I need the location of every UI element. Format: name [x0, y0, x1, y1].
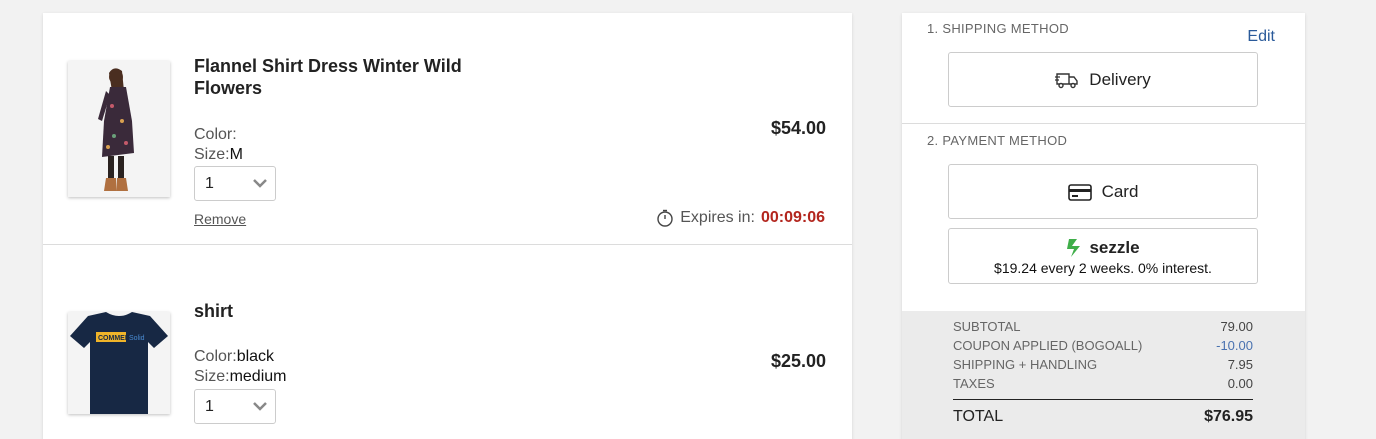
taxes-label: TAXES	[953, 376, 995, 391]
product-color: Color:black	[194, 346, 274, 367]
cart-item: Flannel Shirt Dress Winter Wild Flowers …	[43, 13, 852, 245]
taxes-value: 0.00	[1227, 376, 1253, 391]
edit-link[interactable]: Edit	[1247, 28, 1275, 46]
coupon-label: COUPON APPLIED (BOGOALL)	[953, 338, 1143, 353]
coupon-value: -10.00	[1216, 338, 1253, 353]
divider	[902, 123, 1305, 124]
sezzle-icon	[1067, 239, 1081, 257]
total-value: $76.95	[1204, 408, 1253, 425]
card-button[interactable]: Card	[948, 164, 1258, 219]
color-label: Color:	[194, 126, 237, 143]
quantity-select[interactable]: 1	[194, 166, 276, 201]
payment-method-title: 2. PAYMENT METHOD	[927, 133, 1068, 148]
sezzle-brand: sezzle	[1089, 238, 1140, 257]
size-value: M	[229, 146, 243, 163]
total-label: TOTAL	[953, 408, 1004, 425]
quantity-value: 1	[205, 398, 214, 415]
total-divider	[953, 399, 1253, 400]
color-label: Color:	[194, 348, 237, 365]
product-image[interactable]	[68, 61, 170, 197]
credit-card-icon	[1067, 183, 1092, 201]
shipping-value: 7.95	[1227, 357, 1253, 372]
quantity-value: 1	[205, 175, 214, 192]
product-size: Size:medium	[194, 366, 286, 387]
expires-label: Expires in:	[680, 209, 755, 226]
delivery-label: Delivery	[1089, 69, 1151, 89]
checkout-panel: 1. SHIPPING METHOD Edit Delivery 2. PAYM…	[902, 13, 1305, 439]
order-summary: SUBTOTAL 79.00 COUPON APPLIED (BOGOALL) -1…	[902, 311, 1305, 439]
coupon-row: COUPON APPLIED (BOGOALL) -10.00	[953, 338, 1253, 353]
truck-icon	[1055, 72, 1078, 88]
card-label: Card	[1101, 181, 1139, 201]
size-label: Size:	[194, 146, 230, 163]
total-row: TOTAL $76.95	[953, 408, 1253, 426]
stopwatch-icon	[657, 209, 673, 227]
quantity-select[interactable]: 1	[194, 389, 276, 424]
color-value: black	[236, 348, 275, 365]
product-size: Size:M	[194, 144, 243, 165]
subtotal-row: SUBTOTAL 79.00	[953, 319, 1253, 334]
sezzle-terms: $19.24 every 2 weeks. 0% interest.	[994, 260, 1212, 276]
shipping-method-title: 1. SHIPPING METHOD	[927, 21, 1069, 36]
subtotal-value: 79.00	[1220, 319, 1253, 334]
shirt-print-2: Solid	[129, 335, 145, 342]
cart-item: COMMERCE Solid shirt Color:black Size:me…	[43, 246, 852, 439]
cart-panel: Flannel Shirt Dress Winter Wild Flowers …	[43, 13, 852, 439]
product-price: $54.00	[770, 118, 826, 138]
delivery-button[interactable]: Delivery	[948, 52, 1258, 107]
sezzle-logo: sezzle	[949, 237, 1257, 259]
size-label: Size:	[194, 368, 230, 385]
chevron-down-icon	[253, 402, 267, 411]
shipping-label: SHIPPING + HANDLING	[953, 357, 1098, 372]
reservation-timer: Expires in: 00:09:06	[656, 209, 825, 227]
remove-link[interactable]: Remove	[194, 211, 246, 227]
subtotal-label: SUBTOTAL	[953, 319, 1021, 334]
product-image[interactable]: COMMERCE Solid	[68, 312, 170, 414]
chevron-down-icon	[253, 179, 267, 188]
shipping-row: SHIPPING + HANDLING 7.95	[953, 357, 1253, 372]
product-price: $25.00	[770, 351, 826, 371]
size-value: medium	[229, 368, 287, 385]
sezzle-button[interactable]: sezzle $19.24 every 2 weeks. 0% interest…	[948, 228, 1258, 284]
product-name[interactable]: shirt	[194, 300, 233, 322]
product-color: Color:	[194, 124, 237, 145]
expires-time: 00:09:06	[760, 209, 825, 226]
product-name[interactable]: Flannel Shirt Dress Winter Wild Flowers	[194, 55, 494, 99]
taxes-row: TAXES 0.00	[953, 376, 1253, 391]
